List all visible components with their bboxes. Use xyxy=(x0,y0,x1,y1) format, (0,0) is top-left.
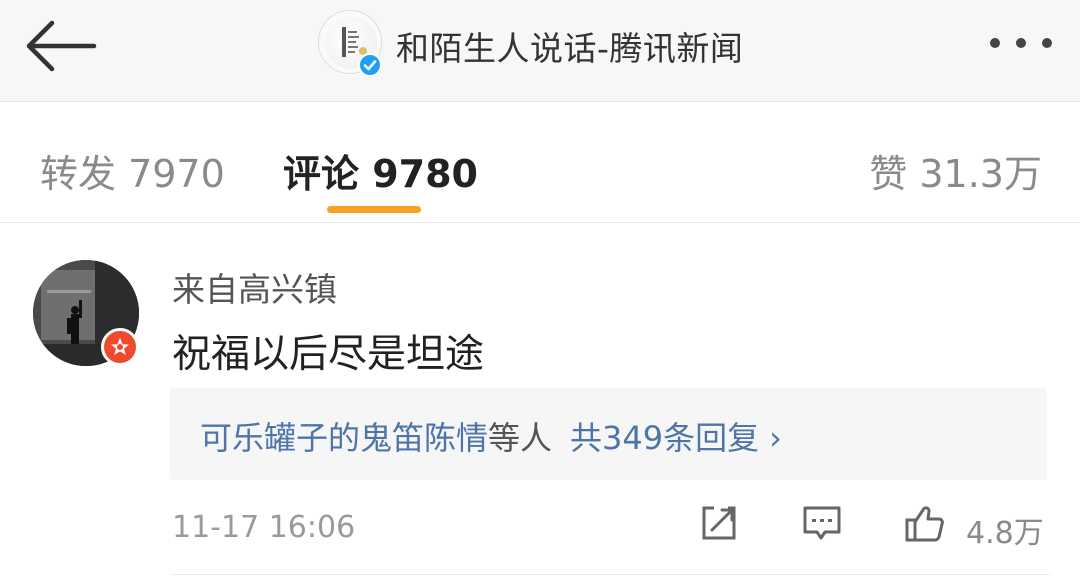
comment-timestamp: 11-17 16:06 xyxy=(172,510,356,545)
verified-check-icon xyxy=(358,53,382,77)
comment-icon xyxy=(803,506,841,540)
back-button[interactable] xyxy=(22,18,100,74)
comment-text: 祝福以后尽是坦途 xyxy=(172,332,485,377)
like-button[interactable] xyxy=(904,502,946,544)
comment-item: 来自高兴镇 祝福以后尽是坦途 可乐罐子的鬼笛陈情等人 共349条回复 › 11-17… xyxy=(0,224,1080,580)
reply-count-link[interactable]: 共349条回复 xyxy=(570,419,759,457)
chevron-right-icon: › xyxy=(769,419,782,457)
comment-username[interactable]: 来自高兴镇 xyxy=(172,263,337,311)
page-title[interactable]: 和陌生人说话-腾讯新闻 xyxy=(396,22,743,70)
share-button[interactable] xyxy=(698,502,740,544)
tab-bar: 转发 7970 评论 9780 赞 31.3万 xyxy=(0,103,1080,223)
vip-badge-icon xyxy=(101,328,139,366)
arrow-left-icon xyxy=(26,20,97,72)
tab-likes[interactable]: 赞 31.3万 xyxy=(869,143,1042,198)
thumbs-up-icon xyxy=(905,506,944,542)
reply-users-suffix: 等人 xyxy=(488,419,553,457)
share-icon xyxy=(702,506,736,540)
reply-button[interactable] xyxy=(801,502,843,544)
active-tab-indicator xyxy=(327,206,421,213)
like-count: 4.8万 xyxy=(966,516,1044,551)
replies-summary[interactable]: 可乐罐子的鬼笛陈情等人 共349条回复 › xyxy=(170,388,1047,480)
reply-users-link[interactable]: 可乐罐子的鬼笛陈情 xyxy=(200,419,488,457)
more-button[interactable] xyxy=(980,28,1062,58)
top-bar: 和陌生人说话-腾讯新闻 xyxy=(0,0,1080,102)
tab-comments[interactable]: 评论 9780 xyxy=(283,143,478,198)
divider xyxy=(170,574,1050,575)
tab-repost[interactable]: 转发 7970 xyxy=(40,143,225,198)
